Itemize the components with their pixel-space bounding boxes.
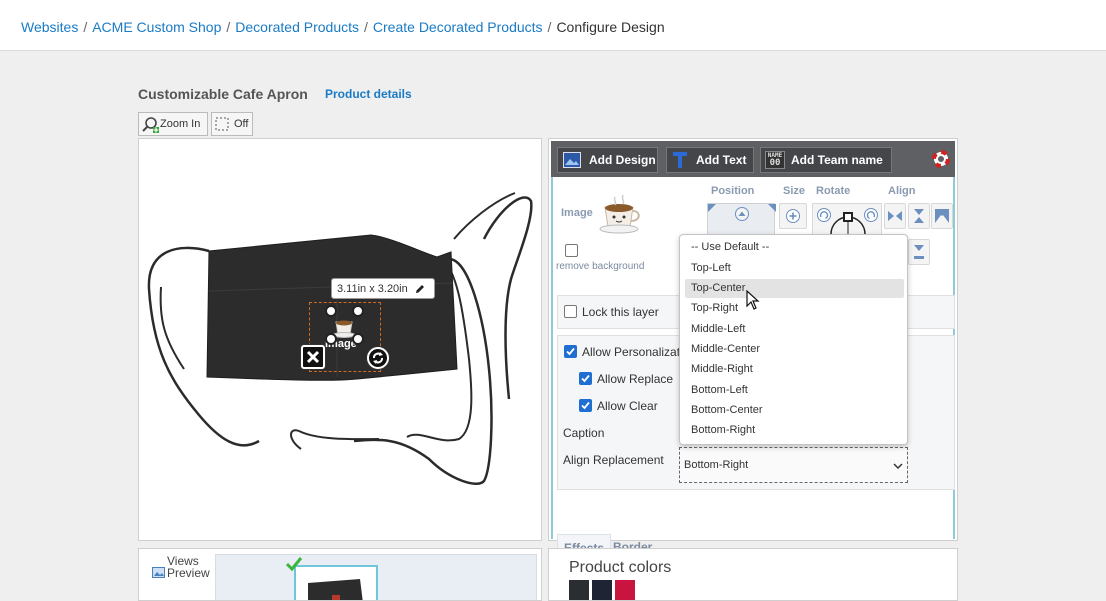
allow-clear-label: Allow Clear [597,399,658,413]
team-icon-bottom-text: 00 [769,158,781,168]
breadcrumb: Websites / ACME Custom Shop / Decorated Prod… [21,19,665,35]
dropdown-option-highlighted[interactable]: Top-Center [685,279,904,298]
lock-layer-label: Lock this layer [582,305,659,319]
breadcrumb-link-create-decorated-products[interactable]: Create Decorated Products [373,19,543,35]
product-colors-panel: Product colors [548,548,958,601]
edit-pencil-icon [415,284,424,293]
allow-replace-label: Allow Replace [597,372,674,386]
add-design-label: Add Design [589,153,656,167]
resize-handle[interactable] [325,333,337,345]
align-header: Align [888,185,916,197]
views-thumbnail-strip [215,554,537,600]
size-increase-button[interactable] [779,203,807,229]
align-bottom-icon [914,245,924,259]
grid-off-label: Off [234,118,249,130]
allow-clear-checkbox[interactable] [579,399,592,412]
align-horizontal-icon [888,211,902,221]
align-vertical-icon [914,209,924,223]
dropdown-option[interactable]: Middle-Center [685,340,904,359]
coffee-cup-thumbnail [599,194,640,234]
dropdown-option[interactable]: Middle-Right [685,360,904,379]
add-text-label: Add Text [696,153,747,167]
help-lifebuoy-icon[interactable] [932,150,950,168]
views-preview-label[interactable]: Views Preview [151,554,211,584]
align-replacement-select[interactable]: Bottom-Right [679,447,908,483]
lock-layer-checkbox[interactable] [564,305,577,318]
dropdown-option[interactable]: -- Use Default -- [685,238,904,257]
rotate-icon [373,352,383,364]
zoom-in-label: Zoom In [160,118,201,130]
check-icon [566,347,575,356]
size-header: Size [783,185,806,197]
image-icon [563,152,581,168]
breadcrumb-current: Configure Design [556,19,665,35]
align-options-dropdown: -- Use Default -- Top-Left Top-Center To… [679,234,908,445]
breadcrumb-link-shop[interactable]: ACME Custom Shop [92,19,221,35]
dropdown-option[interactable]: Middle-Left [685,320,904,339]
chevron-down-icon [893,463,903,470]
add-text-button[interactable]: Add Text [666,147,754,173]
breadcrumb-link-websites[interactable]: Websites [21,19,78,35]
align-replacement-label: Align Replacement [563,453,664,467]
team-name-icon: NAME 00 [765,151,785,169]
rotate-design-button[interactable] [367,347,389,369]
design-toolbar: Add Design Add Text NAME 00 Add Team nam… [551,141,955,177]
close-icon [306,350,320,364]
preview-icon [152,567,165,578]
remove-background-label: remove background [556,261,645,272]
breadcrumb-link-decorated-products[interactable]: Decorated Products [235,19,359,35]
delete-design-button[interactable] [301,345,325,369]
zoom-in-button[interactable]: Zoom In [138,112,208,136]
align-vertical-center-button[interactable] [908,203,930,229]
dropdown-option[interactable]: Top-Right [685,299,904,318]
align-bottom-button[interactable] [908,239,930,265]
allow-replace-checkbox[interactable] [579,372,592,385]
add-design-button[interactable]: Add Design [557,147,658,173]
mouse-cursor-icon [746,290,760,310]
dropdown-option[interactable]: Bottom-Center [685,401,904,420]
zoom-icon [142,117,159,133]
dimension-tooltip[interactable]: 3.11in x 3.20in [331,278,435,299]
rotate-right-icon [864,208,878,222]
caption-label: Caption [563,426,605,440]
product-details-link[interactable]: Product details [325,87,412,101]
grid-off-button[interactable]: Off [211,112,253,136]
check-icon [581,401,590,410]
resize-handle[interactable] [352,305,364,317]
top-bar: Websites / ACME Custom Shop / Decorated Prod… [0,0,1106,51]
align-replacement-value: Bottom-Right [684,459,749,471]
text-icon [673,152,687,168]
color-swatch[interactable] [592,580,612,600]
view-thumbnail[interactable] [294,565,378,600]
views-panel: Views Preview [138,548,542,601]
position-header: Position [711,185,755,197]
align-center-icon [935,209,949,223]
views-subtitle: Preview [167,566,210,580]
resize-handle[interactable] [325,305,337,317]
align-center-button[interactable] [931,203,953,229]
dropdown-option[interactable]: Top-Left [685,259,904,278]
color-swatch[interactable] [569,580,589,600]
allow-personalization-checkbox[interactable] [564,345,577,358]
dimension-label: 3.11in x 3.20in [337,282,408,295]
align-horizontal-center-button[interactable] [884,203,906,229]
grid-icon [215,117,229,131]
image-label: Image [561,207,593,219]
dropdown-option[interactable]: Bottom-Right [685,421,904,440]
remove-background-checkbox[interactable] [565,244,578,257]
product-colors-title: Product colors [569,559,672,576]
checkmark-icon [286,557,302,571]
design-canvas[interactable]: Image 3.11in x 3.20in [138,138,542,541]
zoom-plus-icon [786,209,800,223]
dropdown-option[interactable]: Bottom-Left [685,381,904,400]
add-team-name-button[interactable]: NAME 00 Add Team name [760,147,892,173]
apron-thumbnail-image [308,579,363,600]
color-swatch[interactable] [615,580,635,600]
resize-handle[interactable] [352,333,364,345]
product-title: Customizable Cafe Apron [138,86,308,102]
add-team-name-label: Add Team name [791,153,883,167]
rotate-header: Rotate [816,185,851,197]
check-icon [581,374,590,383]
